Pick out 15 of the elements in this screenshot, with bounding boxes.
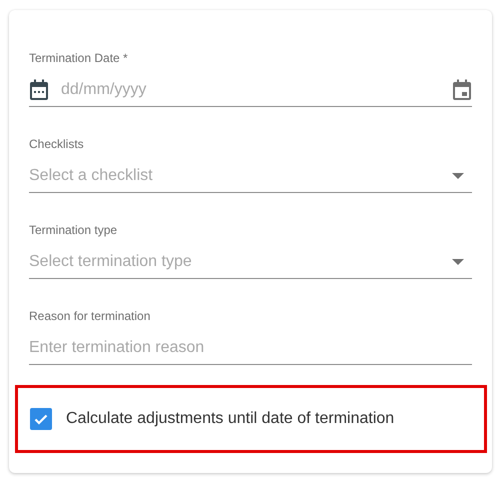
field-label: Reason for termination	[29, 308, 150, 324]
dropdown-caret-icon[interactable]	[452, 259, 464, 265]
calendar-icon[interactable]	[452, 79, 472, 101]
checkbox[interactable]	[30, 408, 52, 430]
checkbox-label: Calculate adjustments until date of termination	[66, 410, 394, 428]
dropdown-caret-icon[interactable]	[452, 173, 464, 179]
checkmark-icon	[34, 414, 48, 424]
input-field[interactable]: Enter termination reason	[29, 335, 472, 361]
date-field[interactable]: dd/mm/yyyy	[61, 77, 440, 103]
select-field[interactable]: Select a checklist	[29, 163, 440, 189]
select-field[interactable]: Select termination type	[29, 249, 440, 275]
field-label: Termination Date *	[29, 50, 128, 66]
field-label: Checklists	[29, 136, 84, 152]
calendar-icon	[29, 79, 49, 101]
field-label: Termination type	[29, 222, 118, 238]
